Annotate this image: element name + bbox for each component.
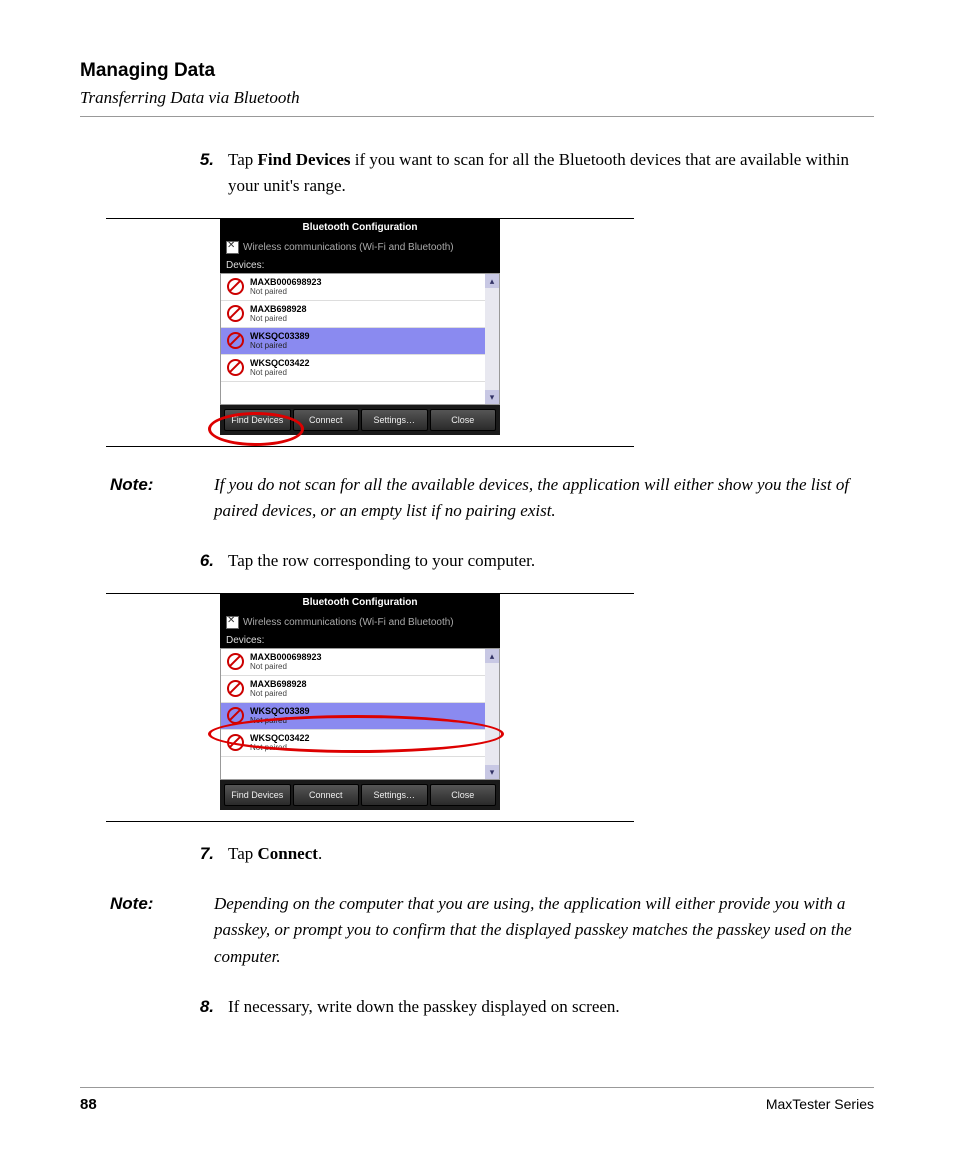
note-text: If you do not scan for all the available… <box>214 472 874 525</box>
not-paired-icon <box>227 332 244 349</box>
figure-1: Bluetooth Configuration Wireless communi… <box>80 218 874 448</box>
wireless-label: Wireless communications (Wi-Fi and Bluet… <box>243 617 454 628</box>
bluetooth-app: Bluetooth Configuration Wireless communi… <box>220 593 500 810</box>
step-text: Tap Find Devices if you want to scan for… <box>228 147 874 200</box>
step-5: 5. Tap Find Devices if you want to scan … <box>180 147 874 200</box>
device-row[interactable]: MAXB698928Not paired <box>221 676 499 703</box>
wireless-toggle-row: Wireless communications (Wi-Fi and Bluet… <box>220 237 500 258</box>
scroll-down-icon[interactable]: ▾ <box>485 390 499 404</box>
device-list: MAXB000698923Not paired MAXB698928Not pa… <box>220 648 500 780</box>
scrollbar[interactable]: ▴▾ <box>485 649 499 779</box>
device-row[interactable]: MAXB000698923Not paired <box>221 274 499 301</box>
step-text: Tap the row corresponding to your comput… <box>228 548 874 574</box>
device-row[interactable]: WKSQC03422Not paired <box>221 730 499 757</box>
app-title: Bluetooth Configuration <box>220 593 500 612</box>
close-button[interactable]: Close <box>430 409 497 431</box>
step-6: 6. Tap the row corresponding to your com… <box>180 548 874 574</box>
step-text: If necessary, write down the passkey dis… <box>228 994 874 1020</box>
find-devices-button[interactable]: Find Devices <box>224 784 291 806</box>
settings-button[interactable]: Settings… <box>361 409 428 431</box>
scroll-up-icon[interactable]: ▴ <box>485 274 499 288</box>
bluetooth-app: Bluetooth Configuration Wireless communi… <box>220 218 500 435</box>
connect-button[interactable]: Connect <box>293 409 360 431</box>
settings-button[interactable]: Settings… <box>361 784 428 806</box>
not-paired-icon <box>227 653 244 670</box>
scroll-up-icon[interactable]: ▴ <box>485 649 499 663</box>
close-button[interactable]: Close <box>430 784 497 806</box>
step-number: 6. <box>180 548 228 574</box>
not-paired-icon <box>227 278 244 295</box>
page-footer: 88 MaxTester Series <box>80 1087 874 1113</box>
wireless-toggle-row: Wireless communications (Wi-Fi and Bluet… <box>220 612 500 633</box>
scroll-down-icon[interactable]: ▾ <box>485 765 499 779</box>
note-label: Note: <box>110 891 180 970</box>
scrollbar[interactable]: ▴▾ <box>485 274 499 404</box>
step-7: 7. Tap Connect. <box>180 841 874 867</box>
footer-divider <box>80 1087 874 1088</box>
device-row[interactable]: MAXB698928Not paired <box>221 301 499 328</box>
not-paired-icon <box>227 707 244 724</box>
series-name: MaxTester Series <box>766 1096 874 1113</box>
wireless-label: Wireless communications (Wi-Fi and Bluet… <box>243 242 454 253</box>
step-text: Tap Connect. <box>228 841 874 867</box>
wireless-checkbox[interactable] <box>226 616 239 629</box>
section-title: Transferring Data via Bluetooth <box>80 88 874 108</box>
step-number: 8. <box>180 994 228 1020</box>
device-row[interactable]: WKSQC03422Not paired <box>221 355 499 382</box>
wireless-checkbox[interactable] <box>226 241 239 254</box>
not-paired-icon <box>227 359 244 376</box>
devices-label: Devices: <box>220 633 500 648</box>
step-number: 7. <box>180 841 228 867</box>
note-text: Depending on the computer that you are u… <box>214 891 874 970</box>
device-list: MAXB000698923Not paired MAXB698928Not pa… <box>220 273 500 405</box>
button-bar: Find Devices Connect Settings… Close <box>220 405 500 435</box>
device-row-selected[interactable]: WKSQC03389Not paired <box>221 703 499 730</box>
chapter-title: Managing Data <box>80 60 874 82</box>
device-row-selected[interactable]: WKSQC03389Not paired <box>221 328 499 355</box>
step-number: 5. <box>180 147 228 200</box>
note-2: Note: Depending on the computer that you… <box>110 891 874 970</box>
page-number: 88 <box>80 1096 97 1113</box>
connect-button[interactable]: Connect <box>293 784 360 806</box>
not-paired-icon <box>227 305 244 322</box>
step-8: 8. If necessary, write down the passkey … <box>180 994 874 1020</box>
app-title: Bluetooth Configuration <box>220 218 500 237</box>
note-1: Note: If you do not scan for all the ava… <box>110 472 874 525</box>
figure-2: Bluetooth Configuration Wireless communi… <box>80 593 874 823</box>
devices-label: Devices: <box>220 258 500 273</box>
not-paired-icon <box>227 680 244 697</box>
header-divider <box>80 116 874 117</box>
device-row[interactable]: MAXB000698923Not paired <box>221 649 499 676</box>
button-bar: Find Devices Connect Settings… Close <box>220 780 500 810</box>
note-label: Note: <box>110 472 180 525</box>
not-paired-icon <box>227 734 244 751</box>
find-devices-button[interactable]: Find Devices <box>224 409 291 431</box>
